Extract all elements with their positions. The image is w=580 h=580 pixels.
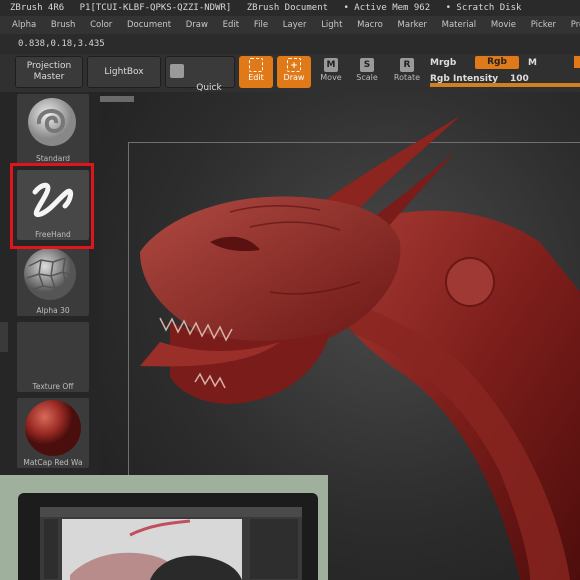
menu-alpha[interactable]: Alpha bbox=[12, 16, 36, 34]
scrollbar-thumb[interactable] bbox=[100, 96, 134, 102]
menu-marker[interactable]: Marker bbox=[398, 16, 427, 34]
draw-mode-button[interactable]: + Draw bbox=[277, 56, 311, 88]
zadd-toggle[interactable] bbox=[574, 56, 580, 68]
rotate-label: Rotate bbox=[393, 73, 421, 82]
texture-off-thumb[interactable]: Texture Off bbox=[17, 322, 89, 392]
edit-mode-button[interactable]: Edit bbox=[239, 56, 273, 88]
shoulder-rosette bbox=[445, 257, 495, 307]
rotate-mode-button[interactable]: R Rotate bbox=[390, 56, 424, 88]
rgb-intensity-fill bbox=[430, 83, 580, 87]
menu-bar: Alpha Brush Color Document Draw Edit Fil… bbox=[0, 16, 580, 34]
document-name: ZBrush Document bbox=[246, 3, 329, 13]
active-mem: • Active Mem 962 bbox=[343, 3, 431, 13]
shelf-scroll-handle[interactable] bbox=[0, 322, 8, 352]
menu-layer[interactable]: Layer bbox=[283, 16, 307, 34]
texture-off-caption: Texture Off bbox=[32, 382, 74, 391]
brush-standard-caption: Standard bbox=[35, 154, 71, 163]
menu-color[interactable]: Color bbox=[90, 16, 112, 34]
scale-label: Scale bbox=[356, 73, 378, 82]
mrgb-button[interactable]: Mrgb bbox=[430, 58, 456, 68]
app-name: ZBrush 4R6 bbox=[10, 3, 65, 13]
viewport-scrollbar[interactable] bbox=[100, 96, 580, 102]
scale-mode-button[interactable]: S Scale bbox=[350, 56, 384, 88]
alpha-30-caption: Alpha 30 bbox=[36, 306, 70, 315]
menu-preferences[interactable]: Preferences bbox=[571, 16, 580, 34]
camera-inset bbox=[0, 475, 328, 580]
brush-standard-thumb[interactable]: Standard bbox=[17, 94, 89, 164]
menu-material[interactable]: Material bbox=[442, 16, 477, 34]
matcap-red-wax-thumb[interactable]: MatCap Red Wa bbox=[17, 398, 89, 468]
scale-icon: S bbox=[360, 58, 374, 72]
quick-sketch-button[interactable]: Quick Sketch bbox=[165, 56, 235, 104]
coordinate-readout: 0.838,0.18,3.435 bbox=[18, 39, 105, 49]
tablet-photo bbox=[18, 493, 318, 580]
draw-label: Draw bbox=[283, 73, 305, 82]
move-label: Move bbox=[320, 73, 342, 82]
highlight-box bbox=[10, 163, 94, 249]
menu-edit[interactable]: Edit bbox=[223, 16, 239, 34]
alpha-30-thumb[interactable]: Alpha 30 bbox=[17, 246, 89, 316]
edit-icon bbox=[249, 58, 263, 72]
menu-macro[interactable]: Macro bbox=[357, 16, 383, 34]
standard-brush-icon bbox=[28, 98, 76, 146]
menu-brush[interactable]: Brush bbox=[51, 16, 76, 34]
scratch-disk: • Scratch Disk bbox=[445, 3, 522, 13]
menu-movie[interactable]: Movie bbox=[491, 16, 516, 34]
projection-master-button[interactable]: Projection Master bbox=[15, 56, 83, 88]
title-bar: ZBrush 4R6 P1[TCUI-KLBF-QPKS-QZZI-NDWR] … bbox=[0, 0, 580, 16]
matcap-caption: MatCap Red Wa bbox=[23, 458, 83, 467]
menu-document[interactable]: Document bbox=[127, 16, 171, 34]
menu-file[interactable]: File bbox=[254, 16, 268, 34]
rgb-intensity-slider[interactable] bbox=[430, 83, 580, 87]
menu-draw[interactable]: Draw bbox=[186, 16, 208, 34]
edit-label: Edit bbox=[248, 73, 264, 82]
rotate-icon: R bbox=[400, 58, 414, 72]
rgb-button[interactable]: Rgb bbox=[475, 56, 519, 69]
m-button[interactable]: M bbox=[528, 58, 537, 68]
menu-picker[interactable]: Picker bbox=[531, 16, 556, 34]
lightbox-button[interactable]: LightBox bbox=[87, 56, 161, 88]
alpha-30-icon bbox=[24, 248, 76, 300]
draw-icon: + bbox=[287, 58, 301, 72]
quick-sketch-icon bbox=[170, 64, 184, 78]
left-shelf: Standard FreeHand Alpha 30 Texture Off M… bbox=[0, 92, 100, 475]
matcap-sphere-icon bbox=[25, 400, 81, 456]
menu-light[interactable]: Light bbox=[321, 16, 342, 34]
coordinate-readout-row: 0.838,0.18,3.435 bbox=[0, 34, 580, 54]
build-id: P1[TCUI-KLBF-QPKS-QZZI-NDWR] bbox=[79, 3, 232, 13]
move-mode-button[interactable]: M Move bbox=[314, 56, 348, 88]
move-icon: M bbox=[324, 58, 338, 72]
